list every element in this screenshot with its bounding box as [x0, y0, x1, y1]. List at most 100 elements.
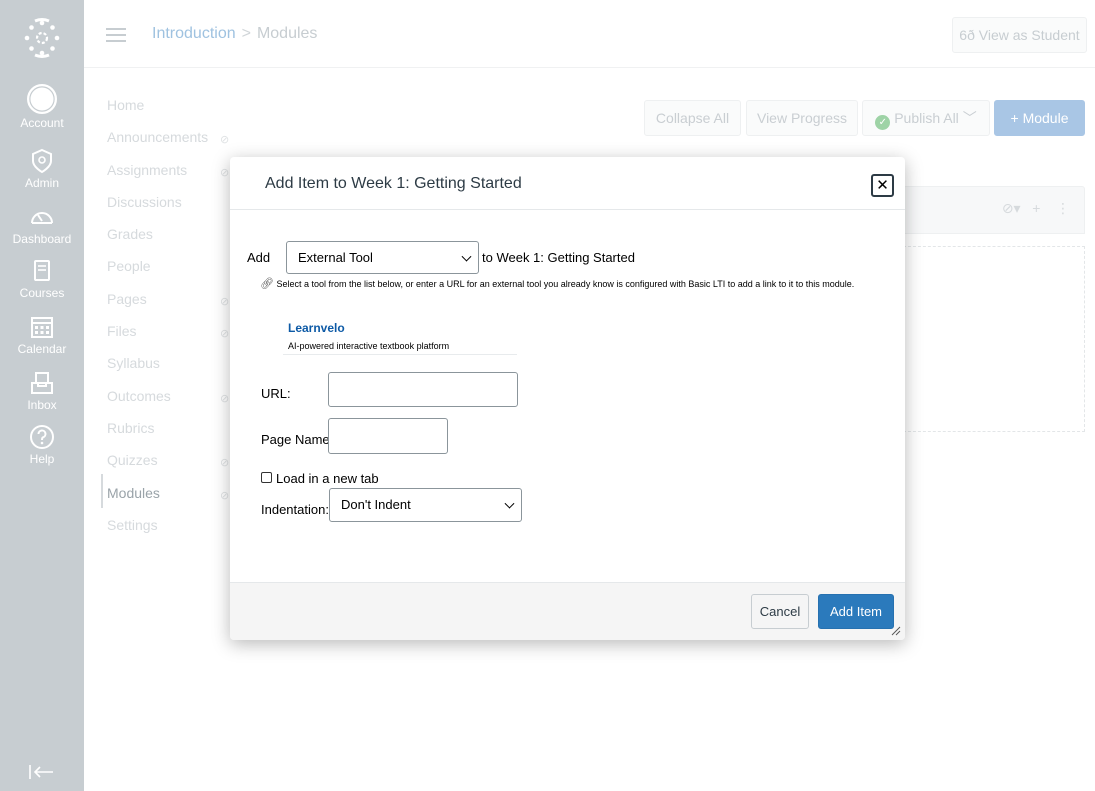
page-name-input[interactable] — [328, 418, 448, 454]
active-nav-indicator — [101, 474, 103, 508]
top-bar: Introduction > Modules 6ð View as Student — [84, 0, 1095, 68]
global-nav-help-label: Help — [29, 452, 55, 466]
url-label: URL: — [261, 386, 291, 401]
course-nav-label: Announcements — [107, 129, 209, 146]
course-nav-home[interactable]: Home — [107, 96, 237, 128]
canvas-logo-icon[interactable] — [22, 18, 62, 58]
add-item-icon[interactable]: + — [1032, 200, 1040, 216]
publish-all-button[interactable]: ✓ Publish All ﹀ — [862, 100, 990, 136]
collapse-nav-icon[interactable] — [28, 762, 56, 782]
publish-check-icon: ✓ — [875, 115, 891, 130]
global-nav-admin[interactable]: Admin — [0, 148, 84, 198]
hidden-eye-icon: ⊘ — [220, 392, 230, 405]
breadcrumb-course[interactable]: Introduction — [152, 25, 236, 42]
global-nav-courses-label: Courses — [19, 286, 65, 300]
course-nav-label: Quizzes — [107, 452, 158, 469]
course-nav-announcements[interactable]: Announcements ⊘ — [107, 128, 237, 160]
course-nav-files[interactable]: Files ⊘ — [107, 322, 237, 354]
course-nav-pages[interactable]: Pages ⊘ — [107, 290, 237, 322]
view-progress-button[interactable]: View Progress — [746, 100, 858, 136]
course-nav: Home Announcements ⊘ Assignments ⊘ Discuss… — [107, 96, 237, 548]
chevron-down-icon — [461, 251, 472, 262]
module-header: ⊘▾ + ⋮ — [903, 186, 1085, 234]
hidden-eye-icon: ⊘ — [220, 134, 230, 147]
view-as-student-button[interactable]: 6ð View as Student — [952, 17, 1087, 53]
indentation-select[interactable]: Don't Indent — [329, 488, 522, 522]
global-nav-admin-label: Admin — [24, 176, 59, 190]
global-nav-calendar-label: Calendar — [17, 342, 67, 356]
course-nav-label: Rubrics — [107, 419, 155, 436]
close-icon[interactable]: ✕ — [871, 174, 894, 197]
course-nav-syllabus[interactable]: Syllabus — [107, 354, 237, 386]
courses-book-icon — [34, 260, 50, 281]
global-nav-help[interactable]: Help — [0, 424, 84, 474]
dialog-divider — [230, 209, 905, 210]
link-icon: 🔗︎ — [260, 278, 274, 290]
course-nav-outcomes[interactable]: Outcomes ⊘ — [107, 387, 237, 419]
page-name-label: Page Name: — [261, 432, 334, 447]
global-nav-courses[interactable]: Courses — [0, 254, 84, 310]
hidden-eye-icon: ⊘ — [220, 457, 230, 470]
breadcrumb-separator: > — [241, 25, 251, 42]
resize-handle-icon[interactable] — [891, 626, 901, 636]
global-nav: Account Admin Dashboard Courses Calendar… — [0, 0, 84, 791]
item-type-value: External Tool — [298, 250, 373, 265]
item-type-select[interactable]: External Tool — [286, 241, 479, 274]
course-nav-label: Files — [107, 323, 137, 340]
tool-name[interactable]: Learnvelo — [288, 321, 345, 335]
course-nav-label: Grades — [107, 226, 153, 243]
chevron-down-icon — [504, 498, 515, 509]
dialog-title: Add Item to Week 1: Getting Started — [265, 175, 522, 192]
course-nav-label: Home — [107, 97, 145, 113]
add-item-button[interactable]: Add Item — [818, 594, 894, 629]
calendar-icon — [31, 317, 53, 338]
new-tab-checkbox[interactable] — [261, 472, 272, 483]
more-options-icon[interactable]: ⋮ — [1056, 200, 1070, 216]
breadcrumb: Introduction > Modules — [152, 25, 317, 43]
global-nav-dashboard-label: Dashboard — [12, 232, 72, 246]
indentation-value: Don't Indent — [341, 497, 411, 512]
global-nav-inbox[interactable]: Inbox — [0, 370, 84, 420]
course-nav-modules[interactable]: Modules ⊘ — [107, 484, 237, 516]
add-module-button[interactable]: + Module — [994, 100, 1085, 136]
tool-list-item[interactable]: Learnvelo AI-powered interactive textboo… — [283, 317, 517, 355]
hidden-eye-icon: ⊘ — [220, 166, 230, 179]
to-module-label: to Week 1: Getting Started — [482, 250, 635, 265]
add-item-dialog: Add Item to Week 1: Getting Started ✕ Ad… — [230, 157, 905, 640]
new-tab-label: Load in a new tab — [276, 471, 379, 486]
course-nav-label: Syllabus — [107, 355, 160, 372]
hidden-eye-icon: ⊘ — [220, 489, 230, 502]
course-nav-label: Settings — [107, 516, 158, 533]
tool-description: AI-powered interactive textbook platform — [288, 341, 450, 351]
indentation-label: Indentation: — [261, 502, 329, 517]
course-nav-label: Pages — [107, 290, 147, 307]
global-nav-inbox-label: Inbox — [27, 398, 57, 412]
account-icon — [27, 84, 57, 114]
course-nav-label: Outcomes — [107, 387, 171, 404]
global-nav-account[interactable]: Account — [0, 84, 84, 140]
course-nav-settings[interactable]: Settings — [107, 516, 237, 548]
hidden-eye-icon: ⊘ — [220, 328, 230, 341]
collapse-all-button[interactable]: Collapse All — [644, 100, 741, 136]
course-nav-label: Discussions — [107, 193, 182, 210]
help-icon — [30, 425, 54, 449]
breadcrumb-current: Modules — [256, 25, 318, 42]
admin-shield-icon — [32, 148, 52, 174]
global-nav-calendar[interactable]: Calendar — [0, 314, 84, 364]
global-nav-dashboard[interactable]: Dashboard — [0, 204, 84, 254]
course-nav-label: Assignments — [107, 161, 188, 178]
unpublished-icon[interactable]: ⊘▾ — [1002, 200, 1021, 216]
course-nav-discussions[interactable]: Discussions — [107, 193, 237, 225]
cancel-button[interactable]: Cancel — [751, 594, 809, 629]
course-nav-quizzes[interactable]: Quizzes ⊘ — [107, 451, 237, 483]
global-nav-account-label: Account — [20, 116, 64, 130]
course-nav-people[interactable]: People — [107, 257, 237, 289]
hamburger-menu-icon[interactable] — [106, 28, 126, 42]
course-nav-grades[interactable]: Grades — [107, 225, 237, 257]
course-nav-rubrics[interactable]: Rubrics — [107, 419, 237, 451]
url-input[interactable] — [328, 372, 518, 407]
dialog-footer: Cancel Add Item — [230, 582, 905, 640]
dashboard-gauge-icon — [31, 212, 53, 224]
module-drop-area — [903, 246, 1085, 432]
course-nav-assignments[interactable]: Assignments ⊘ — [107, 161, 237, 193]
